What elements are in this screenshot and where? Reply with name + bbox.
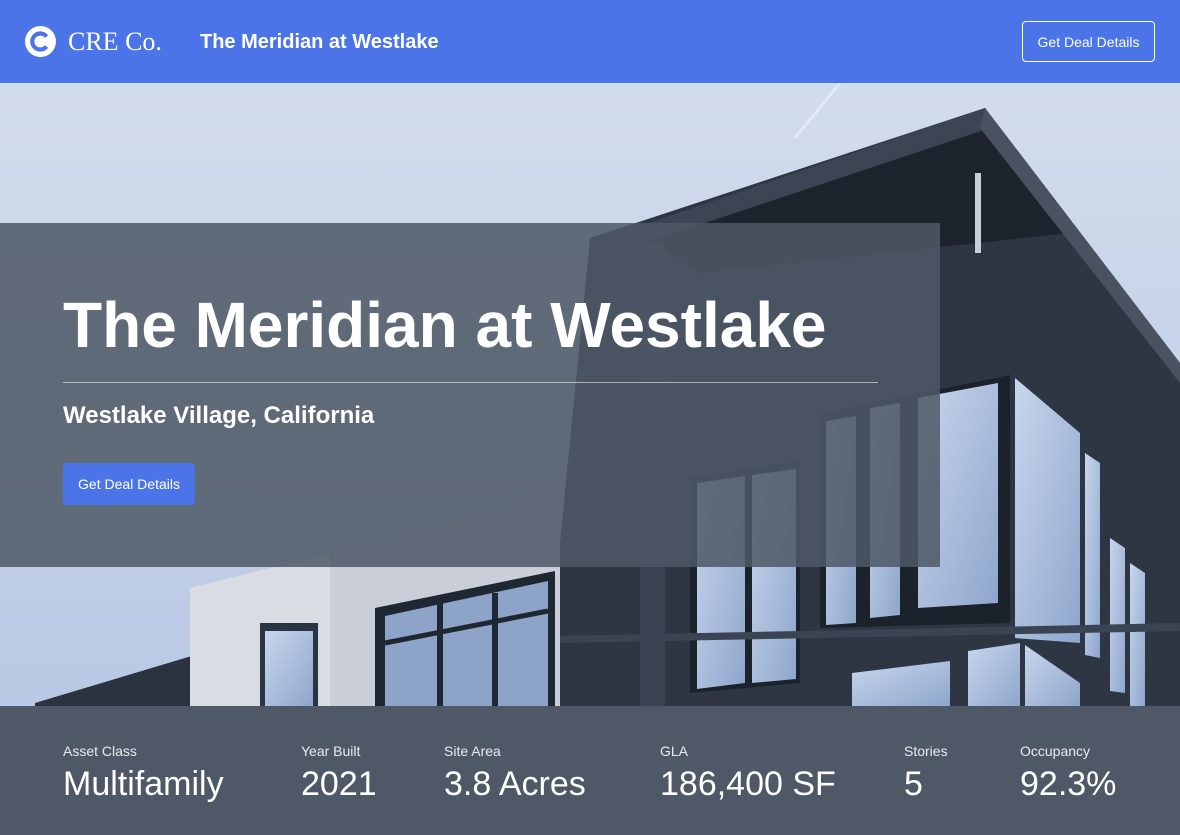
brand-name[interactable]: CRE Co. [68, 26, 162, 57]
header-get-deal-details-button[interactable]: Get Deal Details [1022, 21, 1155, 62]
hero-title: The Meridian at Westlake [63, 289, 827, 361]
stat-label: Occupancy [1020, 743, 1091, 759]
stat-year-built: Year Built 2021 [301, 743, 377, 805]
stat-value: 3.8 Acres [444, 765, 586, 803]
stat-value: 2021 [301, 765, 377, 803]
stat-label: Stories [904, 743, 948, 759]
hero-get-deal-details-button[interactable]: Get Deal Details [63, 463, 195, 505]
hero-divider [63, 382, 878, 383]
stat-value: 92.3% [1020, 765, 1117, 803]
top-nav-bar: CRE Co. The Meridian at Westlake Get Dea… [0, 0, 1180, 83]
hero-section: The Meridian at Westlake Westlake Villag… [0, 83, 1180, 706]
stat-label: GLA [660, 743, 689, 759]
stat-value: 186,400 SF [660, 765, 836, 803]
brand-logo-icon[interactable] [25, 26, 56, 57]
stat-site-area: Site Area 3.8 Acres [444, 743, 586, 805]
stat-label: Asset Class [63, 743, 137, 759]
stat-occupancy: Occupancy 92.3% [1020, 743, 1116, 805]
stat-value: Multifamily [63, 765, 224, 803]
stat-stories: Stories 5 [904, 743, 948, 805]
hero-overlay-panel [0, 223, 940, 567]
stat-label: Site Area [444, 743, 501, 759]
stat-value: 5 [904, 765, 923, 803]
property-stats-bar: Asset Class Multifamily Year Built 2021 … [0, 706, 1180, 835]
stat-gla: GLA 186,400 SF [660, 743, 836, 805]
stat-asset-class: Asset Class Multifamily [63, 743, 224, 805]
hero-location: Westlake Village, California [63, 402, 375, 429]
header-property-title: The Meridian at Westlake [200, 31, 439, 53]
stat-label: Year Built [301, 743, 361, 759]
